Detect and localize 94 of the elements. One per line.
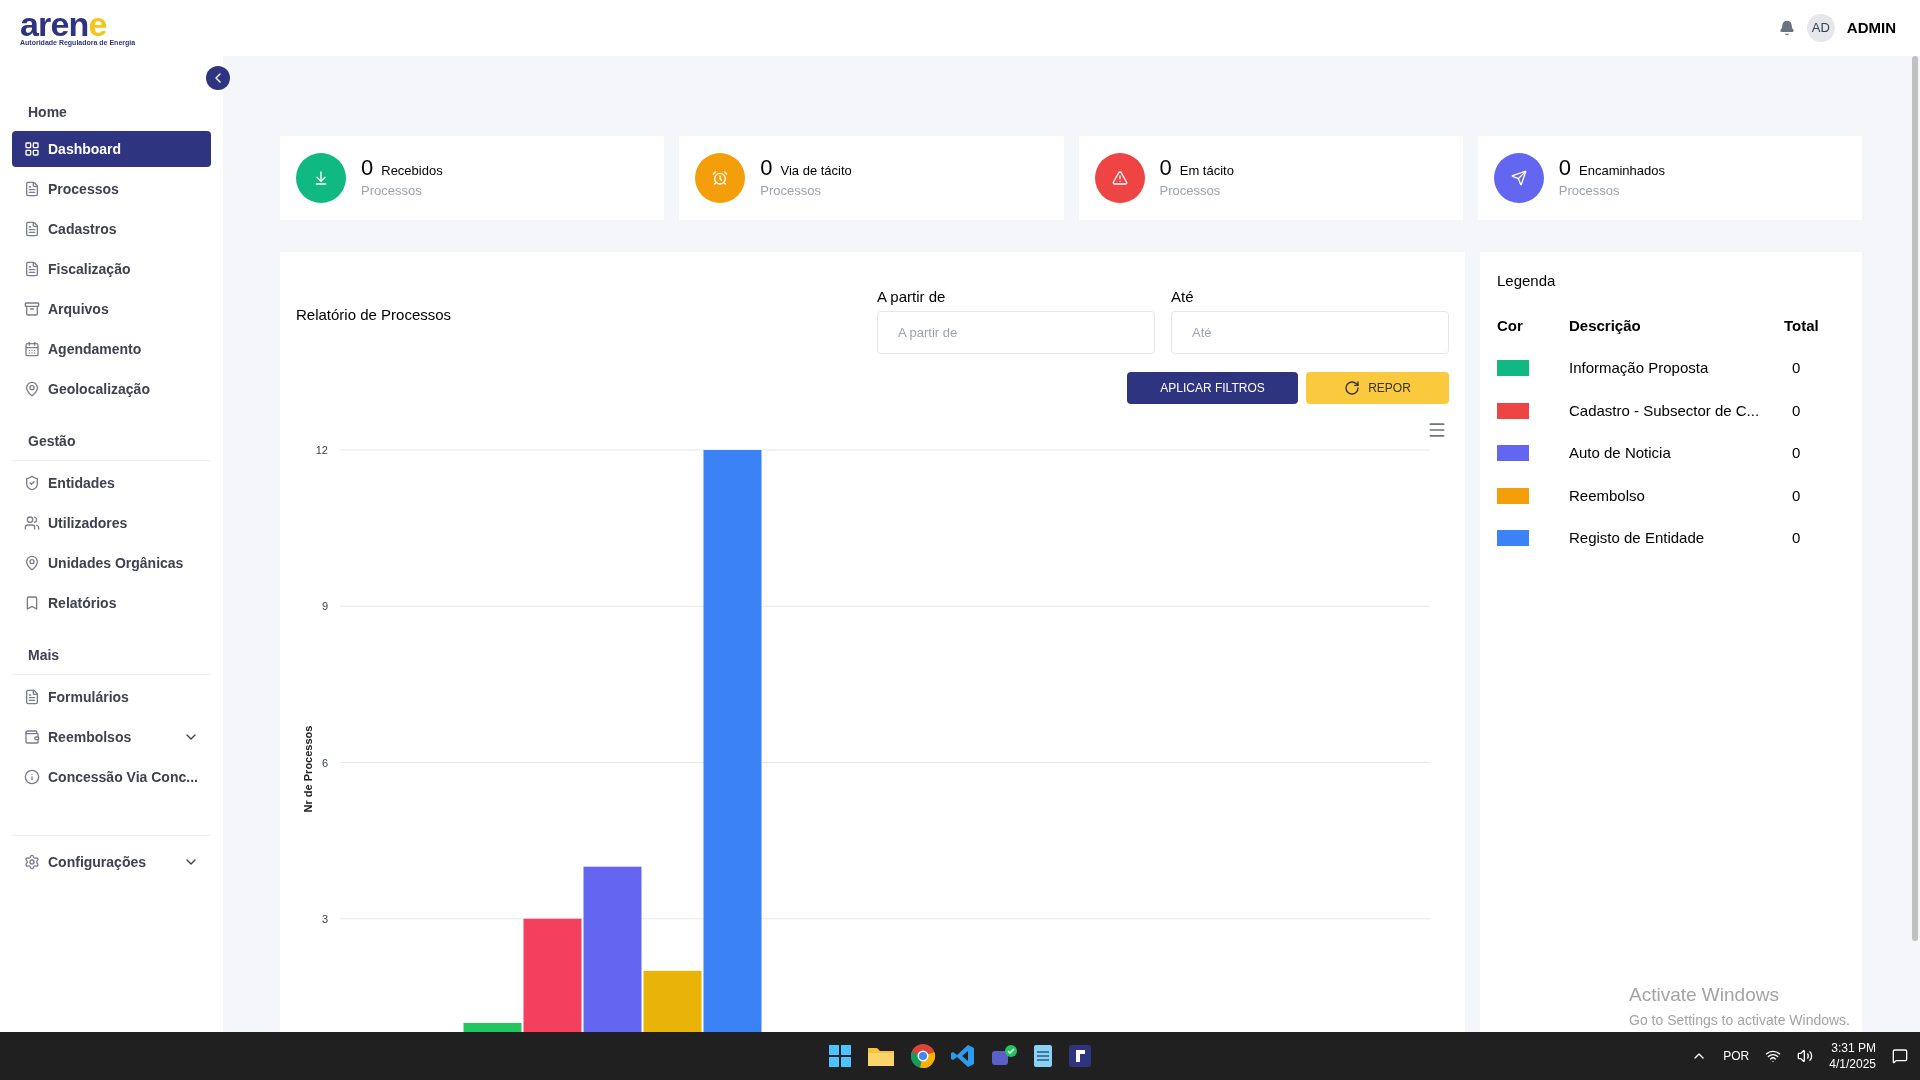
document-icon <box>24 221 40 237</box>
download-tray-icon <box>313 170 329 186</box>
column-header: Total <box>1784 315 1820 336</box>
y-tick-label: 3 <box>321 912 328 925</box>
sidebar-item[interactable]: Configurações <box>12 844 211 880</box>
legend-total: 0 <box>1791 528 1802 548</box>
stat-label: Recebidos <box>381 162 443 180</box>
sidebar-item[interactable]: Concessão Via Conc... <box>12 759 211 795</box>
stat-sublabel: Processos <box>1558 181 1621 200</box>
language-indicator[interactable]: POR <box>1723 1047 1750 1065</box>
refresh-icon <box>1344 379 1361 396</box>
sidebar-item[interactable]: Arquivos <box>12 291 211 327</box>
apply-filters-button[interactable]: APLICAR FILTROS <box>1127 371 1298 404</box>
wifi-icon[interactable] <box>1765 1048 1782 1064</box>
calendar-icon <box>24 341 40 357</box>
legend-total: 0 <box>1791 400 1802 421</box>
sidebar-item[interactable]: Reembolsos <box>12 719 211 755</box>
section-heading: Mais <box>12 645 211 675</box>
notepad-icon[interactable] <box>1032 1043 1054 1069</box>
clock-time[interactable]: 3:31 PM <box>1831 1040 1876 1056</box>
field-label: A partir de <box>877 287 947 307</box>
stat-value: 0 <box>361 156 374 180</box>
shield-icon <box>24 475 40 491</box>
legend-total: 0 <box>1791 358 1802 378</box>
sidebar-item[interactable]: Cadastros <box>12 211 211 247</box>
location-pin-icon <box>24 555 40 571</box>
document-icon <box>24 181 40 197</box>
y-tick-label: 12 <box>315 443 328 456</box>
column-header: Descrição <box>1569 315 1642 336</box>
sidebar-item[interactable]: Relatórios <box>12 585 211 621</box>
notification-bell-icon[interactable] <box>1778 20 1795 36</box>
users-icon <box>24 515 40 531</box>
stat-sublabel: Processos <box>760 181 822 200</box>
y-tick-label: 9 <box>321 599 328 612</box>
sidebar-item[interactable]: Unidades Orgânicas <box>12 545 211 581</box>
stat-label: Via de tácito <box>780 162 852 180</box>
date-field[interactable]: Até <box>1171 310 1449 354</box>
notification-icon[interactable] <box>1892 1048 1908 1064</box>
stat-sublabel: Processos <box>1159 181 1222 200</box>
sidebar-item[interactable]: Formulários <box>12 679 211 715</box>
legend-description: Auto de Noticia <box>1569 443 1672 463</box>
gear-icon <box>24 854 40 870</box>
stat-value: 0 <box>1558 156 1571 180</box>
y-tick-label: 6 <box>321 756 328 768</box>
sidebar-item[interactable]: Entidades <box>12 465 211 501</box>
reset-button[interactable]: REPOR <box>1306 371 1449 404</box>
document-icon <box>24 261 40 277</box>
legend-total: 0 <box>1791 485 1802 506</box>
sidebar-item[interactable]: Geolocalização <box>12 371 211 407</box>
volume-icon[interactable] <box>1797 1048 1814 1064</box>
stat-value: 0 <box>760 156 773 180</box>
date-field[interactable]: A partir de <box>877 310 1155 354</box>
sidebar-item[interactable]: Utilizadores <box>12 505 211 541</box>
section-heading: Home <box>27 103 68 122</box>
send-icon <box>1510 170 1527 186</box>
activation-hint: Go to Settings to activate Windows. <box>1629 1010 1850 1030</box>
sidebar-item[interactable]: Agendamento <box>12 331 211 367</box>
dashboard-icon <box>24 141 40 157</box>
report-title: Relatório de Processos <box>296 305 452 325</box>
archive-icon <box>24 301 40 317</box>
windows-start-icon[interactable] <box>828 1044 852 1068</box>
stat-label: Encaminhados <box>1579 162 1665 180</box>
alarm-clock-icon <box>712 170 729 186</box>
legend-description: Informação Proposta <box>1569 358 1710 378</box>
legend-description: Cadastro - Subsector de C... <box>1569 400 1761 421</box>
section-heading: Gestão <box>12 431 211 461</box>
legend-description: Registo de Entidade <box>1569 528 1706 548</box>
field-label: Até <box>1171 287 1195 307</box>
location-pin-icon <box>24 381 40 397</box>
stat-sublabel: Processos <box>361 181 423 200</box>
info-icon <box>24 769 40 785</box>
legend-description: Reembolso <box>1569 485 1646 506</box>
sidebar-item[interactable]: Dashboard <box>12 131 211 167</box>
y-axis-title: Nr de Processos <box>302 725 314 812</box>
document-icon <box>24 689 40 705</box>
user-name[interactable]: ADMIN <box>1846 16 1896 40</box>
browser-icon[interactable] <box>910 1043 936 1069</box>
column-header: Cor <box>1497 315 1524 336</box>
stat-label: Em tácito <box>1179 162 1234 180</box>
stat-value: 0 <box>1159 156 1172 180</box>
warning-icon <box>1111 170 1128 186</box>
legend-title: Legenda <box>1497 271 1557 291</box>
legend-total: 0 <box>1791 443 1802 463</box>
bookmark-icon <box>24 595 40 611</box>
code-editor-icon[interactable] <box>950 1043 976 1069</box>
user-avatar[interactable]: AD <box>1806 14 1835 42</box>
sidebar-item[interactable]: Processos <box>12 171 211 207</box>
wallet-icon <box>24 729 40 745</box>
scrollbar[interactable] <box>1912 56 1918 941</box>
activation-title: Activate Windows <box>1629 983 1780 1007</box>
collapse-sidebar-button[interactable] <box>206 66 230 90</box>
sidebar-item[interactable]: Fiscalização <box>12 251 211 287</box>
clock-date[interactable]: 4/1/2025 <box>1829 1056 1876 1072</box>
app-icon[interactable] <box>1068 1044 1092 1068</box>
